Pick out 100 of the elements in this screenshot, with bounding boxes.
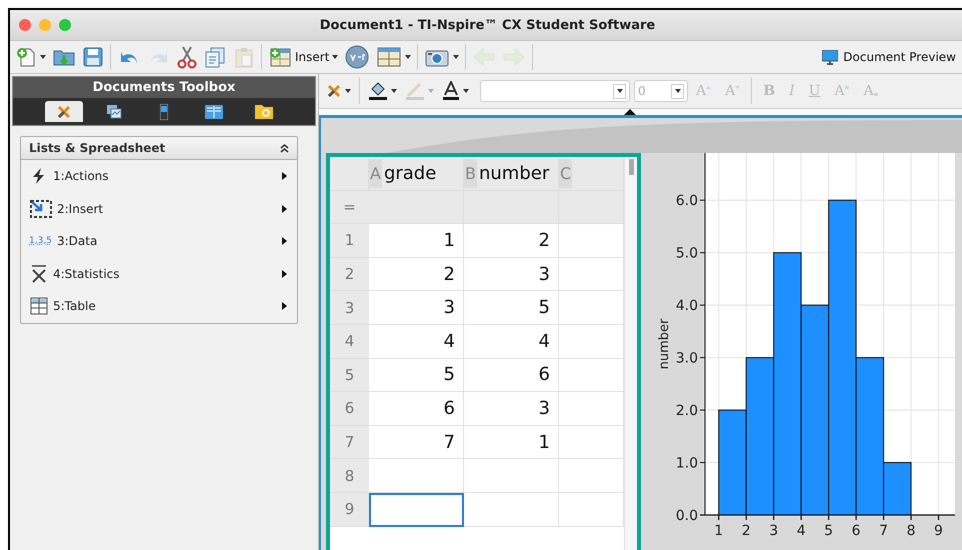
document-preview-button[interactable]: Document Preview: [816, 50, 962, 64]
y-tick-label: 5.0: [676, 246, 698, 262]
caret-icon: [463, 89, 469, 93]
table-cell[interactable]: 5: [369, 358, 464, 392]
row-header: 4: [330, 324, 369, 359]
window-title: Document1 - TI-Nspire™ CX Student Software: [318, 18, 656, 32]
table-cell[interactable]: [559, 459, 624, 493]
y-tick-label: 3.0: [676, 350, 698, 367]
x-tick-label: 4: [796, 523, 806, 539]
table-cell[interactable]: [464, 492, 559, 527]
x-tick-label: 6: [852, 523, 861, 539]
insert-icon: [29, 198, 53, 219]
row-header: 9: [330, 492, 369, 527]
column-letter: A: [369, 158, 382, 188]
x-tick-label: 7: [879, 523, 888, 539]
forward-arrow-icon: [502, 46, 526, 68]
row-header: =: [330, 190, 369, 224]
table-cell[interactable]: 4: [464, 324, 559, 359]
table-cell[interactable]: 3: [464, 258, 559, 292]
font-field[interactable]: [480, 80, 630, 102]
submenu-arrow-icon: [282, 237, 287, 246]
x-tick-label: 5: [824, 523, 834, 539]
menu-item[interactable]: 2:Insert: [21, 192, 297, 225]
table-cell[interactable]: 7: [369, 426, 464, 460]
x-tick-label: 9: [934, 523, 943, 539]
y-tick-label: 0.0: [676, 508, 698, 524]
y-tick-label: 6.0: [676, 193, 698, 210]
scissors-icon: [177, 45, 197, 69]
collapse-icon[interactable]: [280, 143, 289, 153]
panel-title: Lists & Spreadsheet: [29, 141, 166, 155]
small-mark-icon: [735, 86, 740, 89]
folder-icon: [255, 104, 273, 119]
table-cell[interactable]: 1: [464, 426, 559, 460]
row-header: 3: [330, 291, 369, 325]
column-letter: C: [559, 158, 572, 188]
column-name[interactable]: grade: [382, 162, 436, 184]
page-layout-icon: [376, 46, 402, 68]
y-tick-label: 4.0: [676, 298, 698, 314]
column-name[interactable]: number: [476, 162, 550, 184]
minimize-button[interactable]: [39, 19, 51, 31]
table-cell[interactable]: [369, 459, 464, 493]
new-document-icon: [15, 46, 37, 68]
row-header: 5: [330, 358, 369, 392]
data-icon: 1,3,5: [29, 236, 53, 246]
submenu-arrow-icon: [282, 302, 287, 310]
table-cell[interactable]: 1: [369, 224, 464, 258]
table-cell[interactable]: [559, 258, 624, 292]
mean-symbol-icon: [29, 264, 49, 284]
table-cell[interactable]: 6: [464, 358, 559, 392]
table-cell[interactable]: 2: [464, 224, 559, 258]
menu-item[interactable]: 4:Statistics: [21, 258, 297, 290]
caret-icon: [391, 89, 397, 93]
submenu-arrow-icon: [282, 270, 287, 278]
y-tick-label: 1.0: [676, 456, 698, 472]
tools-icon: [56, 104, 72, 120]
formula-cell[interactable]: [559, 190, 624, 224]
small-mark-icon: [844, 86, 850, 89]
paint-bucket-icon: [368, 81, 388, 101]
table-cell[interactable]: [559, 358, 624, 392]
insert-button[interactable]: Insert: [265, 43, 342, 71]
insert-page-icon: [268, 46, 292, 68]
menu-item[interactable]: 5:Table: [21, 290, 297, 322]
formula-cell[interactable]: [369, 190, 464, 224]
table-cell[interactable]: 3: [464, 392, 559, 426]
save-icon: [82, 46, 104, 68]
vertical-scrollbar[interactable]: [624, 157, 637, 550]
row-header: 6: [330, 392, 369, 426]
table-cell[interactable]: [559, 492, 624, 527]
clipboard-icon: [233, 46, 255, 68]
x-tick-label: 1: [714, 523, 724, 539]
table-cell[interactable]: 5: [464, 291, 559, 325]
book-icon: [205, 104, 223, 118]
menu-item[interactable]: 1,3,5 3:Data: [21, 225, 297, 258]
caret-icon: [345, 89, 351, 93]
row-header: 1: [330, 224, 369, 258]
caret-icon: [428, 89, 434, 93]
toolbox-tab[interactable]: [45, 101, 83, 122]
table-cell[interactable]: 2: [369, 258, 464, 292]
column-letter: B: [464, 158, 477, 188]
table-cell[interactable]: [559, 291, 624, 325]
zoom-button[interactable]: [59, 19, 71, 31]
monitor-icon: [822, 50, 838, 64]
table-cell[interactable]: 6: [369, 392, 464, 426]
formula-cell[interactable]: [464, 190, 559, 224]
y-tick-label: 2.0: [676, 403, 698, 420]
table-cell[interactable]: 4: [369, 324, 464, 359]
table-cell[interactable]: [559, 392, 624, 426]
x-tick-label: 8: [906, 523, 916, 539]
tools-icon: [326, 83, 342, 99]
table-cell[interactable]: [559, 224, 624, 258]
table-cell[interactable]: 3: [369, 291, 464, 325]
y-axis-label: number: [657, 318, 672, 370]
caret-icon: [453, 55, 460, 59]
table-cell[interactable]: [559, 324, 624, 359]
table-cell[interactable]: [369, 492, 464, 527]
close-button[interactable]: [19, 19, 31, 31]
caret-icon: [674, 89, 680, 93]
table-cell[interactable]: [464, 459, 559, 493]
table-cell[interactable]: [559, 426, 624, 460]
menu-item[interactable]: 1:Actions: [21, 160, 297, 192]
